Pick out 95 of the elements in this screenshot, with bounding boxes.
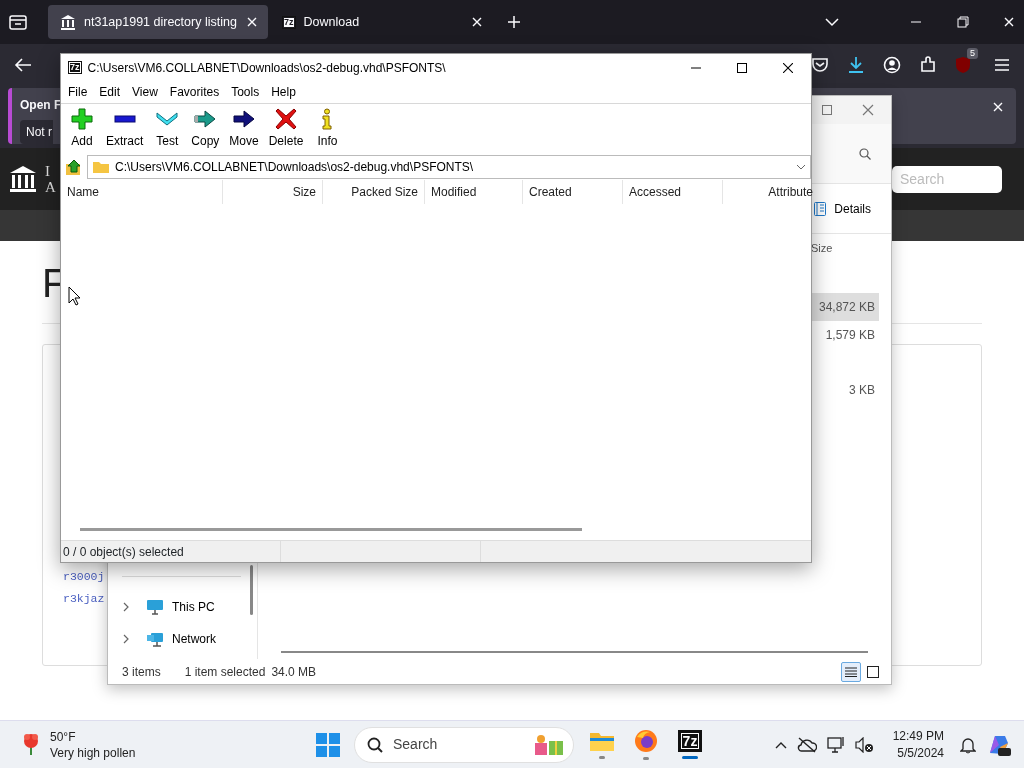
close-icon[interactable] bbox=[783, 62, 793, 73]
status-text: 1 item selected bbox=[184, 663, 266, 681]
status-text: 0 / 0 object(s) selected bbox=[63, 543, 184, 561]
browser-globe-icon[interactable] bbox=[634, 729, 658, 753]
column-header[interactable]: Size bbox=[223, 180, 323, 204]
toolbar-button[interactable]: Move bbox=[224, 104, 264, 154]
chevron-up-icon[interactable] bbox=[774, 740, 787, 749]
browser-tab[interactable]: nt31ap1991 directory listing bbox=[48, 5, 268, 39]
size-cell[interactable]: 1,579 KB bbox=[811, 321, 879, 349]
extensions-icon[interactable] bbox=[919, 56, 937, 74]
maximize-icon[interactable] bbox=[737, 62, 747, 73]
new-tab-icon[interactable] bbox=[507, 15, 521, 29]
scrollbar-thumb[interactable] bbox=[250, 565, 253, 615]
site-logo-text: A bbox=[45, 179, 56, 195]
speaker-muted-icon[interactable] bbox=[854, 736, 873, 753]
search-field[interactable]: Search bbox=[892, 165, 1002, 193]
scrollbar-thumb[interactable] bbox=[80, 528, 582, 531]
toolbar-button[interactable]: Add bbox=[63, 104, 101, 154]
folder-icon[interactable] bbox=[589, 730, 615, 752]
file-link[interactable]: r3kjaz bbox=[63, 588, 105, 610]
account-icon[interactable] bbox=[883, 56, 901, 74]
toolbar-button[interactable]: Copy bbox=[186, 104, 225, 154]
back-icon[interactable] bbox=[14, 57, 32, 73]
menu-item[interactable]: File bbox=[62, 81, 94, 103]
tab-list-icon[interactable] bbox=[8, 13, 28, 31]
tab-logo: 7z bbox=[282, 15, 296, 29]
tile-icon bbox=[867, 665, 879, 678]
arrow-icon bbox=[233, 108, 256, 130]
column-header[interactable]: Name bbox=[61, 180, 223, 204]
toolbar-button[interactable]: Info bbox=[308, 104, 347, 154]
size-cell[interactable]: 3 KB bbox=[811, 376, 879, 404]
column-header[interactable]: Packed Size bbox=[323, 180, 425, 204]
nav-item[interactable]: Network bbox=[118, 623, 257, 655]
weather-text: Very high pollen bbox=[50, 744, 136, 761]
site-logo-icon[interactable] bbox=[9, 165, 37, 193]
details-view-button[interactable] bbox=[841, 661, 861, 682]
delete-icon bbox=[275, 108, 298, 130]
building-icon bbox=[60, 14, 76, 30]
menu-item[interactable]: Favorites bbox=[163, 81, 226, 103]
bell-icon[interactable] bbox=[960, 735, 976, 754]
download-icon[interactable] bbox=[847, 56, 865, 74]
menu-item[interactable]: View bbox=[126, 81, 164, 103]
weather-temperature: 50°F bbox=[50, 728, 77, 745]
search-bar[interactable]: Search bbox=[354, 726, 574, 763]
menu-item[interactable]: Edit bbox=[93, 81, 127, 103]
size-cell[interactable]: 34,872 KB bbox=[811, 293, 879, 321]
menu-icon[interactable] bbox=[994, 58, 1010, 72]
extension-badge: 5 bbox=[967, 47, 978, 59]
windows-start-icon[interactable] bbox=[316, 732, 340, 757]
address-bar[interactable]: C:\Users\VM6.COLLABNET\Downloads\os2-debug.vhd\PSFONTS\ bbox=[87, 155, 811, 179]
app-logo: 7z bbox=[68, 61, 82, 74]
clock-date: 5/5/2024 bbox=[897, 744, 944, 762]
status-text: 3 items bbox=[122, 663, 161, 681]
status-text: 34.0 MB bbox=[271, 663, 317, 681]
window-title: C:\Users\VM6.COLLABNET\Downloads\os2-debug.vhd\PSFONTS\ bbox=[87, 59, 446, 77]
cloud-off-icon[interactable] bbox=[796, 736, 817, 753]
column-header[interactable]: Attribute bbox=[723, 180, 813, 204]
arrow-icon bbox=[194, 108, 217, 130]
column-header[interactable]: Accessed bbox=[623, 180, 723, 204]
details-button[interactable]: Details bbox=[810, 197, 875, 220]
notification-button[interactable]: Not r bbox=[20, 120, 53, 144]
site-logo-text: I bbox=[45, 163, 51, 179]
column-header[interactable]: Created bbox=[523, 180, 623, 204]
menu-item[interactable]: Help bbox=[265, 81, 302, 103]
gift-icon bbox=[533, 732, 565, 757]
restore-icon[interactable] bbox=[957, 16, 969, 28]
menu-item[interactable]: Tools bbox=[225, 81, 266, 103]
search-icon bbox=[367, 736, 383, 753]
column-header[interactable]: Size bbox=[811, 239, 879, 257]
monitor-icon bbox=[146, 599, 164, 615]
up-folder-icon[interactable] bbox=[65, 158, 83, 176]
toolbar-button[interactable]: Delete bbox=[263, 104, 309, 154]
network-icon bbox=[146, 631, 164, 647]
toolbar-button[interactable]: Extract bbox=[101, 104, 149, 154]
app-logo[interactable]: 7z bbox=[677, 730, 703, 752]
toolbar-button[interactable]: Test bbox=[148, 104, 187, 154]
address-field[interactable]: C:\Users\VM6.COLLABNET\Downloads\os2-debug.vhd\PSFONTS\ bbox=[115, 158, 791, 176]
browser-tab[interactable]: 7z Download bbox=[270, 5, 493, 39]
monitor-icon[interactable] bbox=[826, 735, 845, 754]
list-icon bbox=[845, 666, 857, 677]
cursor-icon bbox=[68, 286, 82, 306]
clock[interactable]: 12:49 PM 5/5/2024 bbox=[886, 726, 950, 763]
file-link[interactable]: r3000j bbox=[63, 566, 105, 588]
details-icon bbox=[814, 201, 827, 216]
search-field[interactable]: Search bbox=[391, 733, 525, 756]
weather-widget[interactable]: 50°F Very high pollen bbox=[0, 727, 308, 762]
nav-item[interactable]: This PC bbox=[118, 591, 257, 623]
chevron-icon[interactable] bbox=[122, 634, 130, 644]
column-header[interactable]: Modified bbox=[425, 180, 523, 204]
search-icon[interactable] bbox=[859, 147, 871, 160]
clock-time: 12:49 PM bbox=[892, 727, 944, 745]
plus-icon bbox=[71, 108, 93, 130]
chevron-icon[interactable] bbox=[122, 602, 130, 612]
folder-icon bbox=[92, 160, 110, 174]
scrollbar-thumb[interactable] bbox=[281, 651, 868, 653]
